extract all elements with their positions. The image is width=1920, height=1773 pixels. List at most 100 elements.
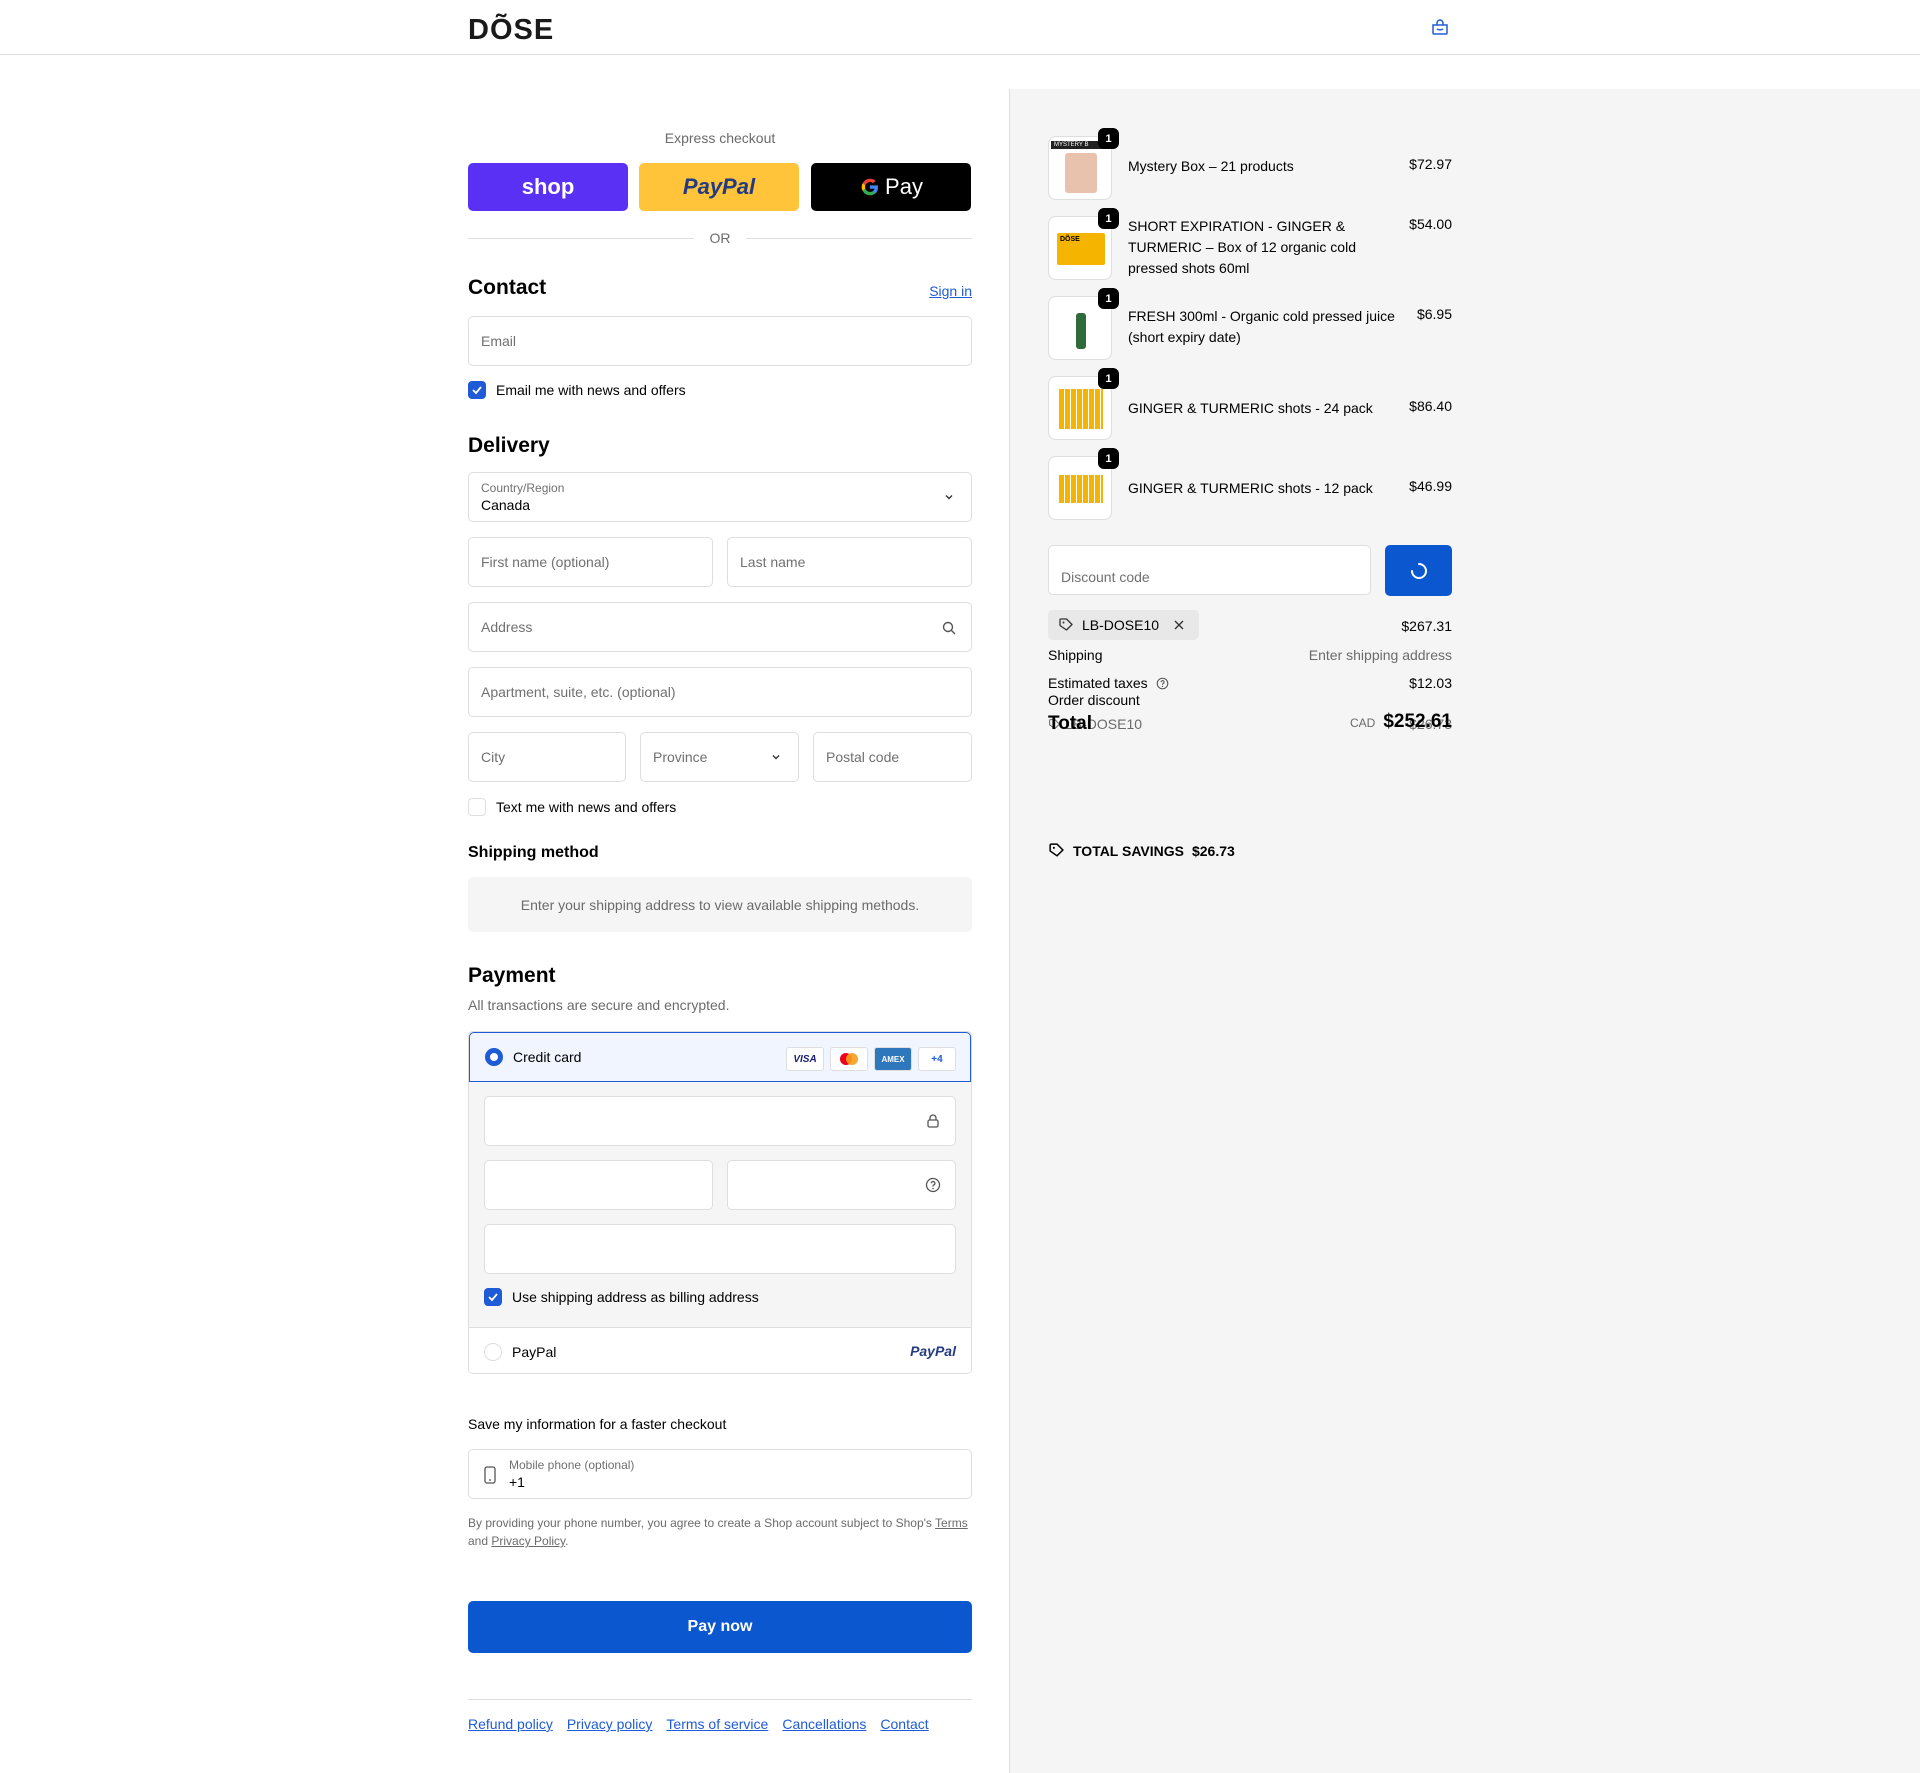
footer-links: Refund policy Privacy policy Terms of se… (468, 1716, 929, 1732)
express-checkout-title: Express checkout (664, 130, 776, 146)
search-icon (942, 621, 956, 635)
privacy-policy-link[interactable]: Privacy policy (567, 1716, 653, 1732)
estimated-taxes-value: $12.03 (1409, 675, 1452, 691)
payment-subtitle: All transactions are secure and encrypte… (468, 997, 730, 1013)
amex-icon: AMEX (874, 1047, 912, 1071)
security-code-field[interactable] (727, 1160, 956, 1210)
tag-icon (1059, 618, 1073, 631)
apartment-field[interactable]: Apartment, suite, etc. (optional) (468, 667, 972, 717)
mastercard-icon (830, 1047, 868, 1071)
name-on-card-field[interactable] (484, 1224, 956, 1274)
header: DÕSE (0, 0, 1920, 55)
province-select[interactable]: Province (640, 732, 799, 782)
shop-terms-link[interactable]: Terms (935, 1516, 968, 1530)
phone-legal-text: By providing your phone number, you agre… (468, 1516, 968, 1548)
mobile-phone-field[interactable]: Mobile phone (optional) +1 (468, 1449, 972, 1499)
shipping-method-placeholder: Enter your shipping address to view avai… (468, 877, 972, 932)
save-info-heading: Save my information for a faster checkou… (468, 1416, 727, 1432)
apply-discount-button[interactable] (1385, 545, 1452, 596)
google-g-icon (861, 178, 879, 196)
logo[interactable]: DÕSE (468, 14, 554, 47)
checkmark-icon (488, 1293, 498, 1302)
spinner-icon (1411, 563, 1427, 579)
phone-icon (484, 1466, 496, 1484)
quantity-badge: 1 (1098, 368, 1119, 389)
item-price: $54.00 (1409, 216, 1452, 232)
shipping-label: Shipping (1048, 647, 1103, 663)
last-name-field[interactable]: Last name (727, 537, 972, 587)
item-price: $46.99 (1409, 478, 1452, 494)
subtotal-value: $267.31 (1401, 618, 1452, 634)
shop-pay-button[interactable]: shop (468, 163, 628, 211)
currency-code: CAD (1349, 716, 1376, 730)
text-news-row[interactable]: Text me with news and offers (468, 798, 676, 816)
paypal-logo: PayPal (682, 174, 756, 199)
email-news-row[interactable]: Email me with news and offers (468, 381, 686, 399)
or-divider: OR (468, 230, 972, 246)
postal-code-field[interactable]: Postal code (813, 732, 972, 782)
google-pay-label: Pay (885, 174, 923, 199)
more-cards-badge: +4 (918, 1047, 956, 1071)
help-icon[interactable] (925, 1177, 941, 1193)
shop-privacy-link[interactable]: Privacy Policy (491, 1534, 565, 1548)
country-select[interactable]: Country/Region Canada (468, 472, 972, 522)
text-news-label: Text me with news and offers (496, 799, 677, 815)
cart-item: MYSTERY B 1 Mystery Box – 21 products $7… (1048, 128, 1452, 200)
help-icon[interactable] (1156, 677, 1169, 690)
order-discount-label: Order discount (1048, 692, 1140, 708)
first-name-field[interactable]: First name (optional) (468, 537, 713, 587)
item-price: $86.40 (1409, 398, 1452, 414)
address-field[interactable]: Address (468, 602, 972, 652)
sign-in-link[interactable]: Sign in (929, 283, 972, 299)
card-brands: VISA AMEX +4 (786, 1047, 956, 1071)
payment-options: Credit card VISA AMEX +4 Use shipping ad… (468, 1031, 972, 1374)
paypal-express-button[interactable]: PayPal (639, 163, 799, 211)
terms-of-service-link[interactable]: Terms of service (666, 1716, 768, 1732)
item-name: SHORT EXPIRATION - GINGER & TURMERIC – B… (1128, 218, 1356, 276)
billing-same-label: Use shipping address as billing address (512, 1289, 759, 1305)
paypal-logo: PayPal (910, 1343, 956, 1359)
credit-card-form: Use shipping address as billing address (469, 1082, 971, 1328)
email-news-checkbox[interactable] (468, 381, 486, 399)
card-number-field[interactable] (484, 1096, 956, 1146)
bag-icon[interactable] (1430, 17, 1450, 37)
close-icon[interactable] (1173, 619, 1185, 631)
visa-icon: VISA (786, 1047, 824, 1071)
cart-item: 1 GINGER & TURMERIC shots - 12 pack $46.… (1048, 448, 1452, 520)
footer-divider (468, 1699, 972, 1700)
item-name: GINGER & TURMERIC shots - 12 pack (1128, 480, 1373, 496)
billing-same-checkbox[interactable] (484, 1288, 502, 1306)
shop-pay-label: shop (521, 174, 575, 199)
cart-item: DÕSE 1 SHORT EXPIRATION - GINGER & TURME… (1048, 208, 1452, 280)
applied-discount-tag: LB-DOSE10 (1048, 610, 1200, 640)
chevron-down-icon (945, 495, 953, 500)
applied-code-label: LB-DOSE10 (1082, 617, 1160, 633)
discount-code-input[interactable]: Discount code (1048, 545, 1371, 595)
paypal-option[interactable]: PayPal PayPal (469, 1329, 971, 1373)
credit-card-label: Credit card (513, 1049, 582, 1065)
total-row: CAD $252.61 (1350, 711, 1452, 733)
text-news-checkbox[interactable] (468, 798, 486, 816)
cancellations-link[interactable]: Cancellations (782, 1716, 866, 1732)
google-pay-button[interactable]: Pay (811, 163, 971, 211)
pay-now-button[interactable]: Pay now (468, 1601, 972, 1653)
cart-item: 1 FRESH 300ml - Organic cold pressed jui… (1048, 288, 1452, 360)
total-savings-value: $26.73 (1191, 842, 1235, 859)
shipping-method-heading: Shipping method (468, 844, 599, 861)
contact-link[interactable]: Contact (880, 1716, 928, 1732)
item-name: GINGER & TURMERIC shots - 24 pack (1128, 400, 1373, 416)
quantity-badge: 1 (1098, 128, 1119, 149)
refund-policy-link[interactable]: Refund policy (468, 1716, 553, 1732)
email-field[interactable]: Email (468, 316, 972, 366)
billing-same-row[interactable]: Use shipping address as billing address (484, 1288, 759, 1306)
credit-card-option[interactable]: Credit card VISA AMEX +4 (469, 1032, 971, 1082)
city-field[interactable]: City (468, 732, 626, 782)
total-value: $252.61 (1383, 711, 1452, 732)
item-name: Mystery Box – 21 products (1128, 158, 1294, 174)
paypal-radio[interactable] (484, 1343, 502, 1361)
credit-card-radio[interactable] (485, 1048, 503, 1066)
lock-icon (927, 1114, 939, 1128)
email-news-label: Email me with news and offers (496, 382, 686, 398)
estimated-taxes-row: Estimated taxes (1048, 675, 1169, 691)
expiry-date-field[interactable] (484, 1160, 713, 1210)
